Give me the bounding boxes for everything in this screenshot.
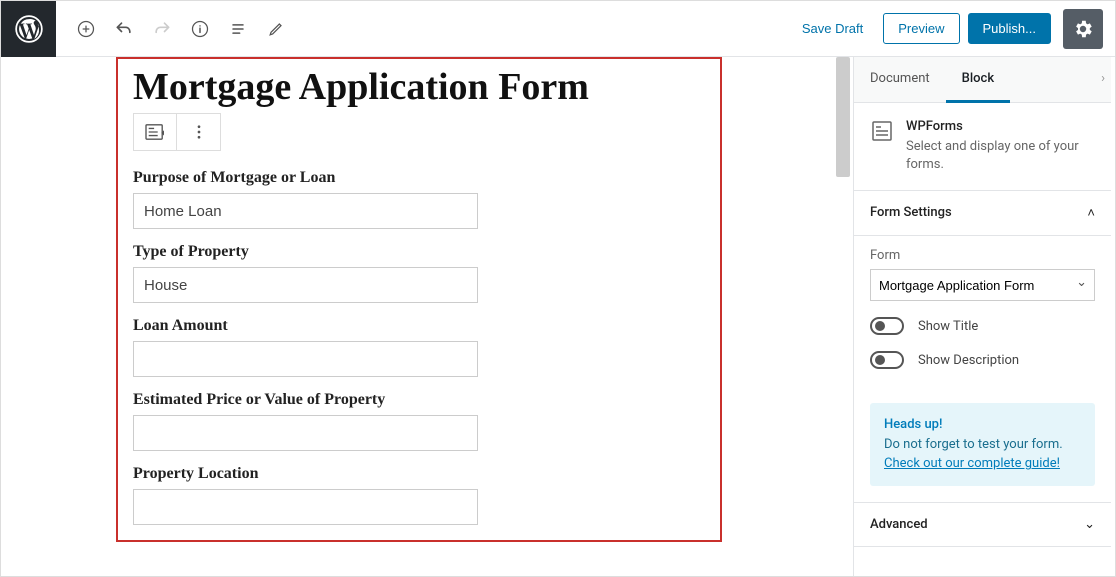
property-location-input[interactable]	[133, 489, 478, 525]
undo-icon	[114, 19, 134, 39]
advanced-panel-toggle[interactable]: Advanced ⌄	[854, 502, 1111, 547]
chevron-down-icon: ⌄	[1084, 517, 1095, 532]
wordpress-logo[interactable]	[1, 1, 56, 57]
form-select-label: Form	[870, 248, 1095, 263]
field-label: Loan Amount	[133, 317, 705, 335]
redo-button[interactable]	[144, 11, 180, 47]
tab-document[interactable]: Document	[854, 57, 946, 102]
pencil-icon	[266, 19, 286, 39]
field-label: Property Location	[133, 465, 705, 483]
info-icon	[190, 19, 210, 39]
show-title-toggle[interactable]	[870, 317, 904, 335]
block-more-button[interactable]	[177, 114, 220, 150]
notice-heading: Heads up!	[884, 417, 942, 432]
purpose-input[interactable]	[133, 193, 478, 229]
block-name: WPForms	[906, 119, 1095, 134]
property-type-input[interactable]	[133, 267, 478, 303]
block-toolbar	[133, 113, 221, 151]
toolbar-left	[68, 11, 294, 47]
list-icon	[228, 19, 248, 39]
panel-title: Form Settings	[870, 205, 952, 221]
preview-button[interactable]: Preview	[883, 13, 959, 44]
editor-canvas: Mortgage Application Form Purpose of Mor…	[56, 57, 853, 576]
wordpress-icon	[15, 15, 43, 43]
toolbar-right: Save Draft Preview Publish...	[790, 9, 1103, 49]
save-draft-button[interactable]: Save Draft	[790, 13, 875, 44]
tab-block[interactable]: Block	[946, 57, 1010, 103]
block-info: WPForms Select and display one of your f…	[854, 103, 1111, 191]
form-settings-panel-toggle[interactable]: Form Settings ˄	[854, 191, 1111, 236]
form-icon	[144, 123, 166, 141]
publish-button[interactable]: Publish...	[968, 13, 1051, 44]
notice-box: Heads up! Do not forget to test your for…	[870, 403, 1095, 486]
show-description-toggle[interactable]	[870, 351, 904, 369]
form-select[interactable]	[870, 269, 1095, 301]
sidebar-tabs: Document Block ›	[854, 57, 1111, 103]
block-description: Select and display one of your forms.	[906, 138, 1095, 174]
form-settings-panel: Form ⌄ Show Title Show Description	[854, 236, 1111, 387]
dots-vertical-icon	[190, 123, 208, 141]
plus-circle-icon	[76, 19, 96, 39]
gear-icon	[1072, 18, 1094, 40]
notice-text: Do not forget to test your form.	[884, 437, 1063, 452]
show-description-label: Show Description	[918, 353, 1019, 368]
page-title: Mortgage Application Form	[133, 59, 705, 113]
chevron-up-icon: ˄	[1087, 205, 1095, 221]
block-type-button[interactable]	[134, 114, 177, 150]
form-block[interactable]: Mortgage Application Form Purpose of Mor…	[116, 57, 722, 542]
redo-icon	[152, 19, 172, 39]
field-label: Purpose of Mortgage or Loan	[133, 169, 705, 187]
estimated-price-input[interactable]	[133, 415, 478, 451]
outline-button[interactable]	[220, 11, 256, 47]
notice-link[interactable]: Check out our complete guide!	[884, 456, 1060, 471]
info-button[interactable]	[182, 11, 218, 47]
panel-title: Advanced	[870, 517, 928, 532]
settings-sidebar: Document Block › WPForms Select and disp…	[853, 57, 1111, 576]
field-label: Type of Property	[133, 243, 705, 261]
wpforms-icon	[870, 119, 894, 143]
add-block-button[interactable]	[68, 11, 104, 47]
show-title-label: Show Title	[918, 319, 978, 334]
field-label: Estimated Price or Value of Property	[133, 391, 705, 409]
settings-toggle-button[interactable]	[1063, 9, 1103, 49]
chevron-right-icon: ›	[1101, 71, 1105, 86]
editor-toolbar: Save Draft Preview Publish...	[56, 1, 1115, 57]
loan-amount-input[interactable]	[133, 341, 478, 377]
undo-button[interactable]	[106, 11, 142, 47]
edit-button[interactable]	[258, 11, 294, 47]
